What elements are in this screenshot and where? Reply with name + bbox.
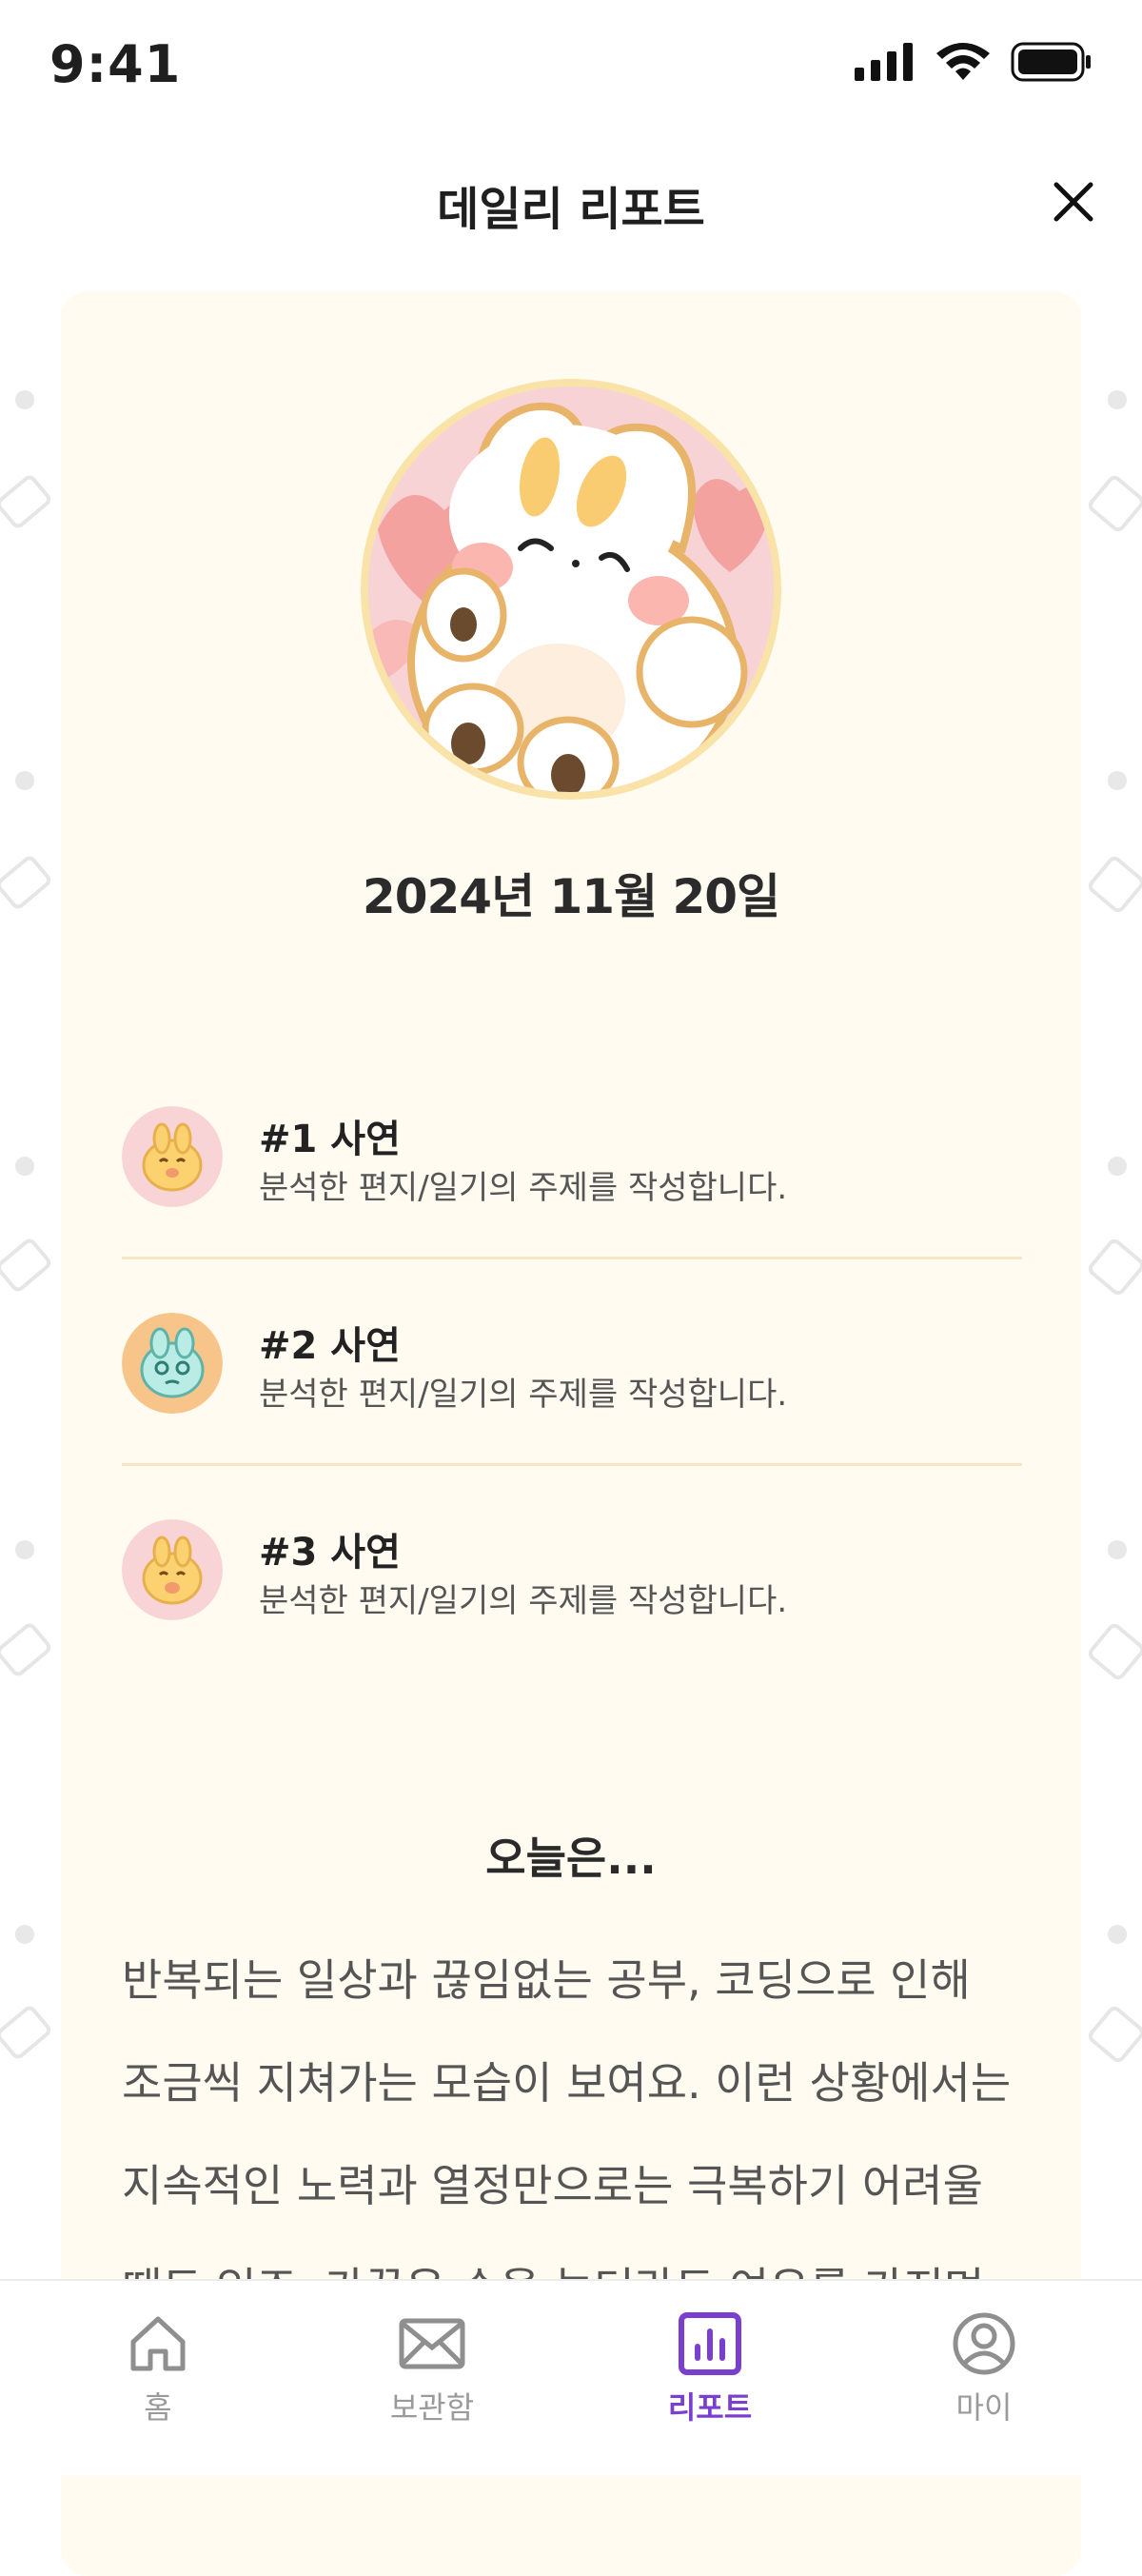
- status-icons: [855, 42, 1093, 82]
- home-icon: [130, 2316, 186, 2371]
- status-bar: 9:41: [0, 0, 1142, 133]
- topic-title: #2 사연: [259, 1324, 401, 1368]
- tab-home[interactable]: 홈: [53, 2309, 263, 2427]
- report-chart-icon: [679, 2312, 741, 2375]
- close-icon: [1053, 182, 1093, 222]
- tab-label: 홈: [144, 2389, 172, 2426]
- tab-storage[interactable]: 보관함: [327, 2309, 537, 2427]
- tab-my[interactable]: 마이: [879, 2309, 1089, 2427]
- tab-label: 리포트: [667, 2389, 753, 2426]
- report-character-avatar: [361, 379, 781, 800]
- tab-report[interactable]: 리포트: [605, 2309, 815, 2427]
- report-card: 2024년 11월 20일 #1 사연 분석한 편지/일기의 주제를 작성합니다…: [61, 291, 1081, 2576]
- status-time: 9:41: [49, 34, 182, 94]
- close-button[interactable]: [1043, 171, 1104, 232]
- tab-label: 마이: [955, 2389, 1013, 2426]
- tab-label: 보관함: [389, 2389, 475, 2426]
- profile-icon: [953, 2312, 1015, 2375]
- mint-bunny-icon: [122, 1313, 223, 1414]
- topic-description: 분석한 편지/일기의 주제를 작성합니다.: [259, 1376, 788, 1414]
- note-pattern-decoration: [1088, 390, 1142, 2063]
- topic-description: 분석한 편지/일기의 주제를 작성합니다.: [259, 1582, 788, 1620]
- today-section-title: 오늘은...: [485, 1833, 657, 1884]
- letter-pattern-decoration: [0, 390, 51, 2059]
- page-title: 데일리 리포트: [437, 183, 705, 236]
- bottom-tab-bar: 홈 보관함 리포트 마이: [0, 2279, 1142, 2475]
- wifi-icon: [936, 43, 990, 80]
- topic-list: #1 사연 분석한 편지/일기의 주제를 작성합니다. #2 사연 분석한 편지…: [122, 1053, 1022, 1670]
- list-item[interactable]: #1 사연 분석한 편지/일기의 주제를 작성합니다.: [122, 1053, 1022, 1259]
- battery-icon: [1011, 42, 1091, 82]
- mail-icon: [399, 2318, 465, 2369]
- topic-title: #3 사연: [259, 1531, 401, 1575]
- list-item[interactable]: #3 사연 분석한 편지/일기의 주제를 작성합니다.: [122, 1466, 1022, 1670]
- list-item[interactable]: #2 사연 분석한 편지/일기의 주제를 작성합니다.: [122, 1259, 1022, 1466]
- topic-title: #1 사연: [259, 1118, 401, 1161]
- yellow-bunny-icon: [122, 1519, 223, 1620]
- yellow-bunny-icon: [122, 1106, 223, 1207]
- topic-description: 분석한 편지/일기의 주제를 작성합니다.: [259, 1169, 788, 1207]
- header: 데일리 리포트: [0, 143, 1142, 257]
- cellular-signal-icon: [855, 43, 913, 81]
- bunny-character-illustration: [368, 386, 774, 792]
- report-date: 2024년 11월 20일: [362, 869, 780, 924]
